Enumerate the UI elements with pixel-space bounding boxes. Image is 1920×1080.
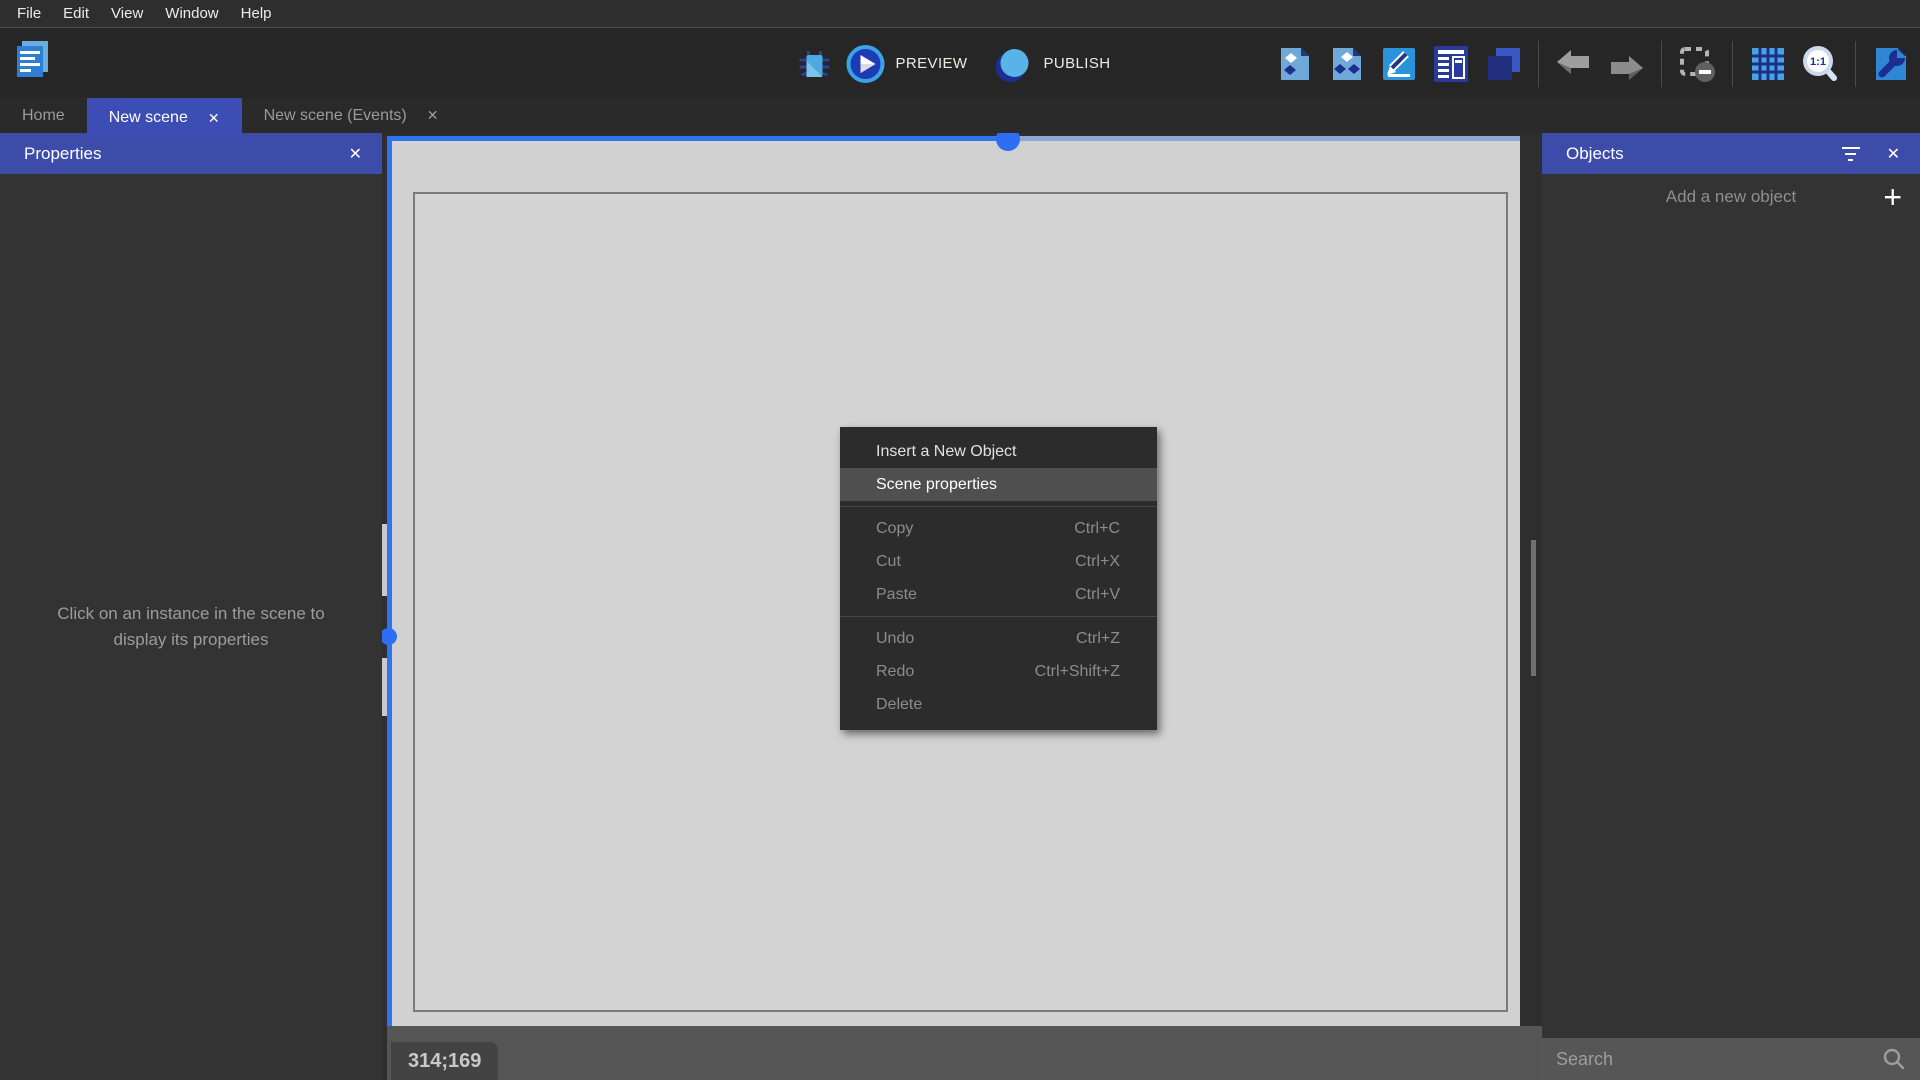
toolbar-separator <box>1661 41 1662 87</box>
main-toolbar: PREVIEW PUBLISH <box>0 27 1920 98</box>
toolbar-separator <box>1855 41 1856 87</box>
toolbar-separator <box>1732 41 1733 87</box>
publish-button[interactable]: PUBLISH <box>992 43 1126 85</box>
context-menu-separator <box>840 616 1157 617</box>
properties-empty-message: Click on an instance in the scene to dis… <box>0 601 382 653</box>
tab-new-scene-events-label: New scene (Events) <box>264 107 407 125</box>
properties-panel-title: Properties <box>24 144 101 164</box>
add-object-row[interactable]: Add a new object + <box>1542 173 1920 221</box>
context-menu-separator <box>840 506 1157 507</box>
mouse-coordinates-badge: 314;169 <box>391 1042 498 1080</box>
search-input[interactable] <box>1556 1049 1882 1070</box>
instances-list-icon[interactable] <box>1430 43 1472 85</box>
plus-icon[interactable]: + <box>1883 177 1902 217</box>
tab-home-label: Home <box>22 107 65 125</box>
context-menu-item-delete: Delete <box>840 688 1157 721</box>
filter-icon[interactable] <box>1841 147 1861 161</box>
context-menu-item-paste: Paste Ctrl+V <box>840 578 1157 611</box>
close-icon[interactable]: ✕ <box>427 107 439 124</box>
editor-tab-bar: Home New scene ✕ New scene (Events) ✕ <box>0 98 1920 133</box>
menu-file[interactable]: File <box>6 0 52 27</box>
toolbar-center: PREVIEW PUBLISH <box>794 28 1127 99</box>
left-scrollbar-thumb[interactable] <box>382 658 387 716</box>
undo-icon[interactable] <box>1553 43 1595 85</box>
toolbar-right: 1:1 <box>1274 28 1912 99</box>
add-object-label: Add a new object <box>1542 187 1920 207</box>
close-icon[interactable]: ✕ <box>1887 144 1900 164</box>
preview-play-icon <box>845 43 887 85</box>
menu-window[interactable]: Window <box>154 0 229 27</box>
context-menu-item-cut: Cut Ctrl+X <box>840 545 1157 578</box>
object-groups-editor-icon[interactable] <box>1326 43 1368 85</box>
preview-button[interactable]: PREVIEW <box>845 43 984 85</box>
redo-icon[interactable] <box>1605 43 1647 85</box>
preview-label: PREVIEW <box>896 55 968 72</box>
scene-settings-wrench-icon[interactable] <box>1870 43 1912 85</box>
close-icon[interactable]: ✕ <box>349 144 362 164</box>
debugger-icon[interactable] <box>794 43 836 85</box>
objects-search-bar <box>1542 1038 1920 1080</box>
context-menu: Insert a New Object Scene properties Cop… <box>840 427 1157 730</box>
left-scrollbar-thumb[interactable] <box>382 524 387 596</box>
context-menu-item-insert-new-object[interactable]: Insert a New Object <box>840 435 1157 468</box>
toggle-grid-icon[interactable] <box>1747 43 1789 85</box>
publish-globe-icon <box>992 43 1034 85</box>
tab-new-scene[interactable]: New scene ✕ <box>87 98 242 138</box>
svg-text:1:1: 1:1 <box>1810 56 1826 68</box>
deselect-all-icon[interactable] <box>1676 43 1718 85</box>
menu-view[interactable]: View <box>100 0 154 27</box>
layers-icon[interactable] <box>1482 43 1524 85</box>
menu-bar: File Edit View Window Help <box>0 0 1920 27</box>
context-menu-item-redo: Redo Ctrl+Shift+Z <box>840 655 1157 688</box>
objects-panel-title: Objects <box>1566 144 1624 164</box>
objects-editor-icon[interactable] <box>1274 43 1316 85</box>
tab-new-scene-label: New scene <box>109 109 188 127</box>
zoom-1-1-icon[interactable]: 1:1 <box>1799 43 1841 85</box>
menu-edit[interactable]: Edit <box>52 0 100 27</box>
context-menu-item-scene-properties[interactable]: Scene properties <box>840 468 1157 501</box>
close-icon[interactable]: ✕ <box>208 110 220 127</box>
horizontal-scrollbar-track[interactable] <box>387 1026 1542 1080</box>
tab-home[interactable]: Home <box>0 98 87 133</box>
search-icon[interactable] <box>1882 1047 1906 1071</box>
project-manager-icon[interactable] <box>10 36 56 82</box>
context-menu-item-undo: Undo Ctrl+Z <box>840 622 1157 655</box>
objects-panel: Objects ✕ Add a new object + <box>1542 133 1920 1080</box>
properties-panel: Properties ✕ Click on an instance in the… <box>0 133 382 1080</box>
tab-new-scene-events[interactable]: New scene (Events) ✕ <box>242 98 461 133</box>
menu-help[interactable]: Help <box>230 0 283 27</box>
publish-label: PUBLISH <box>1043 55 1110 72</box>
objects-panel-header: Objects ✕ <box>1542 133 1920 174</box>
properties-panel-header: Properties ✕ <box>0 133 382 174</box>
context-menu-item-copy: Copy Ctrl+C <box>840 512 1157 545</box>
vertical-scrollbar-thumb[interactable] <box>1531 540 1536 676</box>
toolbar-separator <box>1538 41 1539 87</box>
properties-pencil-icon[interactable] <box>1378 43 1420 85</box>
